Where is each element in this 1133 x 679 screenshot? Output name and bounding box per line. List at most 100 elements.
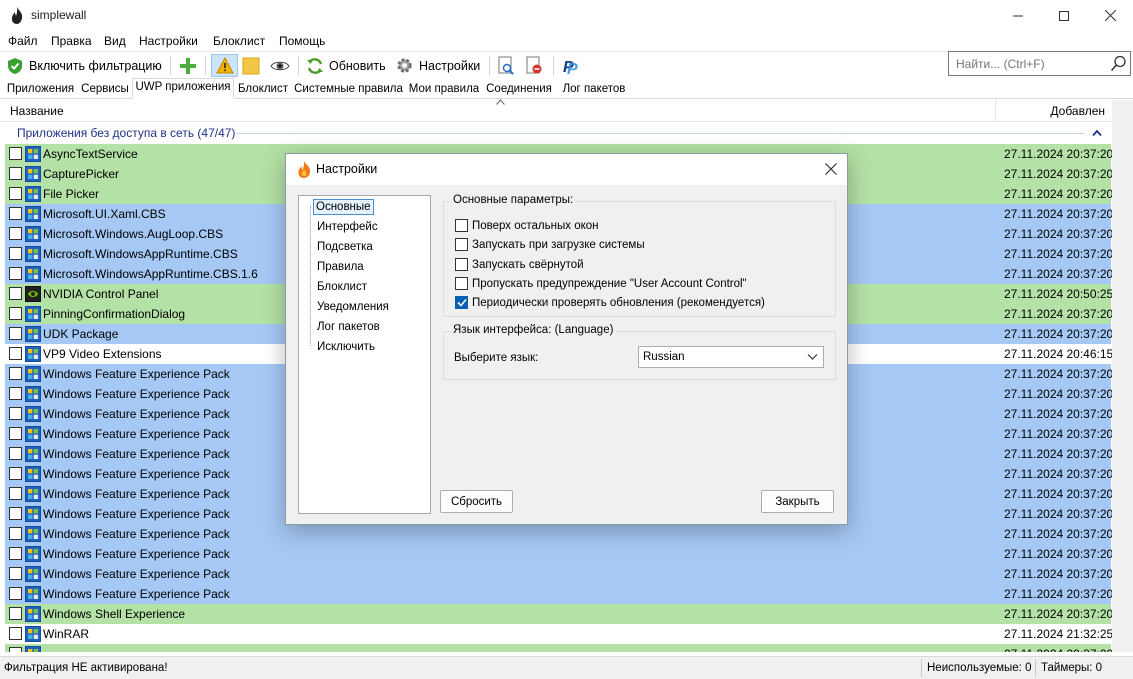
- row-checkbox[interactable]: [9, 447, 22, 460]
- row-name: Windows Feature Experience Pack: [43, 387, 230, 401]
- donate-button[interactable]: PP: [561, 54, 581, 77]
- tab-blocklist[interactable]: Блоклист: [234, 80, 292, 99]
- nav-item-interface[interactable]: Интерфейс: [315, 220, 380, 234]
- enable-filtering-button[interactable]: Включить фильтрацию: [6, 54, 162, 77]
- close-window-button[interactable]: [1087, 0, 1133, 31]
- minimize-icon: [1013, 15, 1023, 16]
- row-checkbox[interactable]: [9, 487, 22, 500]
- search-box[interactable]: [948, 51, 1131, 76]
- checkbox[interactable]: [455, 219, 468, 232]
- checkbox[interactable]: [455, 277, 468, 290]
- checkbox[interactable]: [455, 238, 468, 251]
- reset-button[interactable]: Сбросить: [440, 490, 513, 513]
- option-check-updates[interactable]: Периодически проверять обновления (реком…: [455, 296, 765, 309]
- logs-button[interactable]: [497, 54, 515, 77]
- menu-edit[interactable]: Правка: [51, 34, 92, 48]
- row-date: 27.11.2024 20:37:20: [1004, 487, 1112, 501]
- row-checkbox[interactable]: [9, 547, 22, 560]
- row-checkbox[interactable]: [9, 247, 22, 260]
- show-button[interactable]: [270, 54, 290, 77]
- option-always-on-top[interactable]: Поверх остальных окон: [455, 219, 599, 232]
- option-start-minimized[interactable]: Запускать свёрнутой: [455, 258, 584, 271]
- option-label: Поверх остальных окон: [472, 219, 599, 232]
- nav-item-packet-log[interactable]: Лог пакетов: [315, 320, 382, 334]
- row-checkbox[interactable]: [9, 327, 22, 340]
- menu-settings[interactable]: Настройки: [139, 34, 198, 48]
- table-row[interactable]: Windows Feature Experience Pack 27.11.202…: [5, 584, 1112, 604]
- nav-item-blocklist[interactable]: Блоклист: [315, 280, 369, 294]
- close-button[interactable]: Закрыть: [761, 490, 834, 513]
- add-rule-button[interactable]: [178, 54, 198, 77]
- settings-button[interactable]: Настройки: [395, 54, 480, 77]
- table-row[interactable]: Windows Feature Experience Pack 27.11.202…: [5, 524, 1112, 544]
- row-checkbox[interactable]: [9, 227, 22, 240]
- tab-packet-log[interactable]: Лог пакетов: [555, 80, 633, 99]
- table-row[interactable]: WinRAR 27.11.2024 21:32:25: [5, 624, 1112, 644]
- row-checkbox[interactable]: [9, 387, 22, 400]
- option-autostart[interactable]: Запускать при загрузке системы: [455, 238, 645, 251]
- column-name-header[interactable]: Название: [10, 104, 64, 118]
- row-checkbox[interactable]: [9, 147, 22, 160]
- nav-item-rules[interactable]: Правила: [315, 260, 366, 274]
- row-checkbox[interactable]: [9, 587, 22, 600]
- menu-help[interactable]: Помощь: [279, 34, 325, 48]
- table-row[interactable]: Windows Feature Experience Pack 27.11.202…: [5, 544, 1112, 564]
- row-checkbox[interactable]: [9, 507, 22, 520]
- row-checkbox[interactable]: [9, 647, 22, 652]
- vertical-scrollbar[interactable]: [1112, 100, 1133, 652]
- menu-blocklist[interactable]: Блоклист: [213, 34, 265, 48]
- close-icon[interactable]: [825, 163, 837, 175]
- row-checkbox[interactable]: [9, 427, 22, 440]
- app-tile-icon: [25, 266, 41, 282]
- search-input[interactable]: [954, 53, 1104, 74]
- tab-services[interactable]: Сервисы: [78, 80, 132, 99]
- menu-view[interactable]: Вид: [104, 34, 126, 48]
- notes-button[interactable]: [242, 54, 260, 77]
- option-skip-uac[interactable]: Пропускать предупреждение "User Account …: [455, 277, 747, 290]
- paypal-icon: PP: [563, 59, 578, 76]
- row-checkbox[interactable]: [9, 527, 22, 540]
- row-checkbox[interactable]: [9, 467, 22, 480]
- table-row[interactable]: Windows Shell Experience 27.11.2024 20:37…: [5, 604, 1112, 624]
- table-row[interactable]: 27.11.2024 20:37:20: [5, 644, 1112, 652]
- tab-apps[interactable]: Приложения: [3, 80, 78, 99]
- row-checkbox[interactable]: [9, 407, 22, 420]
- nav-item-exclude[interactable]: Исключить: [315, 340, 377, 354]
- checkbox-checked[interactable]: [455, 296, 468, 309]
- nav-item-general[interactable]: Основные: [313, 199, 374, 215]
- tab-uwp-apps[interactable]: UWP приложения: [132, 78, 234, 99]
- language-group: Язык интерфейса: (Language) Выберите язы…: [443, 324, 836, 380]
- tab-connections[interactable]: Соединения: [483, 80, 555, 99]
- row-checkbox[interactable]: [9, 347, 22, 360]
- row-checkbox[interactable]: [9, 607, 22, 620]
- minimize-button[interactable]: [995, 0, 1041, 31]
- filter-status-text: Фильтрация НЕ активирована!: [4, 662, 168, 674]
- checkbox[interactable]: [455, 258, 468, 271]
- warning-toggle-button[interactable]: [211, 54, 238, 77]
- search-icon[interactable]: [1110, 55, 1127, 72]
- table-row[interactable]: Windows Feature Experience Pack 27.11.202…: [5, 564, 1112, 584]
- collapse-group-icon[interactable]: [1092, 129, 1102, 137]
- row-checkbox[interactable]: [9, 287, 22, 300]
- row-checkbox[interactable]: [9, 187, 22, 200]
- row-checkbox[interactable]: [9, 367, 22, 380]
- row-checkbox[interactable]: [9, 167, 22, 180]
- nav-item-notifications[interactable]: Уведомления: [315, 300, 391, 314]
- row-checkbox[interactable]: [9, 307, 22, 320]
- app-tile-icon: [25, 566, 41, 582]
- menu-file[interactable]: Файл: [8, 34, 38, 48]
- refresh-icon: [307, 57, 323, 74]
- tab-system-rules[interactable]: Системные правила: [292, 80, 405, 99]
- group-header[interactable]: Приложения без доступа в сеть (47/47): [0, 123, 1113, 143]
- language-select[interactable]: Russian: [638, 346, 824, 368]
- maximize-button[interactable]: [1041, 0, 1087, 31]
- row-checkbox[interactable]: [9, 567, 22, 580]
- row-checkbox[interactable]: [9, 267, 22, 280]
- refresh-button[interactable]: Обновить: [306, 54, 386, 77]
- clear-logs-button[interactable]: [525, 54, 543, 77]
- row-checkbox[interactable]: [9, 627, 22, 640]
- row-checkbox[interactable]: [9, 207, 22, 220]
- nav-item-highlighting[interactable]: Подсветка: [315, 240, 375, 254]
- column-added-header[interactable]: Добавлен: [1050, 104, 1105, 118]
- tab-my-rules[interactable]: Мои правила: [405, 80, 483, 99]
